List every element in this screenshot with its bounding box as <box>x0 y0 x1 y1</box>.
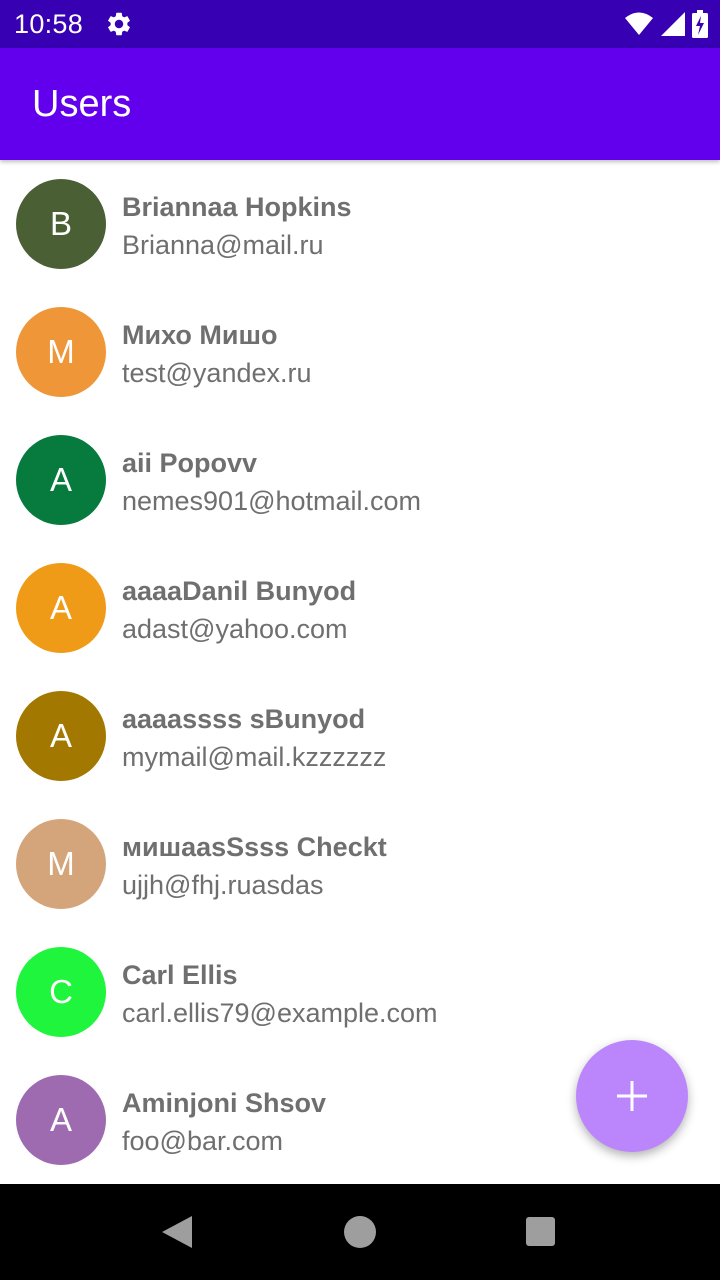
avatar: A <box>16 435 106 525</box>
page-title: Users <box>32 83 132 125</box>
avatar: M <box>16 307 106 397</box>
list-item[interactable]: C Carl Ellis carl.ellis79@example.com <box>0 928 720 1056</box>
user-email: mymail@mail.kzzzzzz <box>122 742 387 772</box>
user-name: Aminjoni Shsov <box>122 1088 327 1118</box>
user-name: Carl Ellis <box>122 960 238 990</box>
user-name: aaaassss sBunyod <box>122 704 366 734</box>
list-item[interactable]: A aaaassss sBunyod mymail@mail.kzzzzzz <box>0 672 720 800</box>
user-email: adast@yahoo.com <box>122 614 348 644</box>
user-email: ujjh@fhj.ruasdas <box>122 870 324 900</box>
list-item[interactable]: A aaaaDanil Bunyod adast@yahoo.com <box>0 544 720 672</box>
signal-icon <box>661 12 685 36</box>
app-bar: Users <box>0 48 720 160</box>
user-email: Brianna@mail.ru <box>122 230 324 260</box>
user-name: Михо Мишо <box>122 320 278 350</box>
navigation-bar <box>0 1184 720 1280</box>
home-icon[interactable] <box>344 1216 376 1248</box>
status-bar: 10:58 <box>0 0 720 48</box>
list-item[interactable]: M Михо Мишо test@yandex.ru <box>0 288 720 416</box>
wifi-icon <box>625 12 653 35</box>
user-list[interactable]: B Briannaa Hopkins Brianna@mail.ru M Мих… <box>0 160 720 1184</box>
avatar: A <box>16 563 106 653</box>
add-user-button[interactable] <box>576 1040 688 1152</box>
plus-icon <box>617 1081 647 1111</box>
avatar: M <box>16 819 106 909</box>
user-email: carl.ellis79@example.com <box>122 998 438 1028</box>
recents-icon[interactable] <box>526 1217 555 1246</box>
list-item[interactable]: B Briannaa Hopkins Brianna@mail.ru <box>0 160 720 288</box>
battery-charging-icon <box>692 10 708 38</box>
user-email: nemes901@hotmail.com <box>122 486 422 516</box>
back-icon[interactable] <box>160 1214 194 1250</box>
user-email: test@yandex.ru <box>122 358 312 388</box>
user-name: aaaaDanil Bunyod <box>122 576 357 606</box>
gear-icon <box>108 12 130 36</box>
status-time: 10:58 <box>14 9 84 39</box>
user-name: Briannaa Hopkins <box>122 192 352 222</box>
avatar: A <box>16 1075 106 1165</box>
status-icons <box>624 10 708 38</box>
user-name: aii Popovv <box>122 448 258 478</box>
user-email: foo@bar.com <box>122 1126 283 1156</box>
user-name: мишааsSsss Checkt <box>122 832 387 862</box>
list-item[interactable]: A aii Popovv nemes901@hotmail.com <box>0 416 720 544</box>
avatar: A <box>16 691 106 781</box>
list-item[interactable]: M мишааsSsss Checkt ujjh@fhj.ruasdas <box>0 800 720 928</box>
avatar: C <box>16 947 106 1037</box>
avatar: B <box>16 179 106 269</box>
